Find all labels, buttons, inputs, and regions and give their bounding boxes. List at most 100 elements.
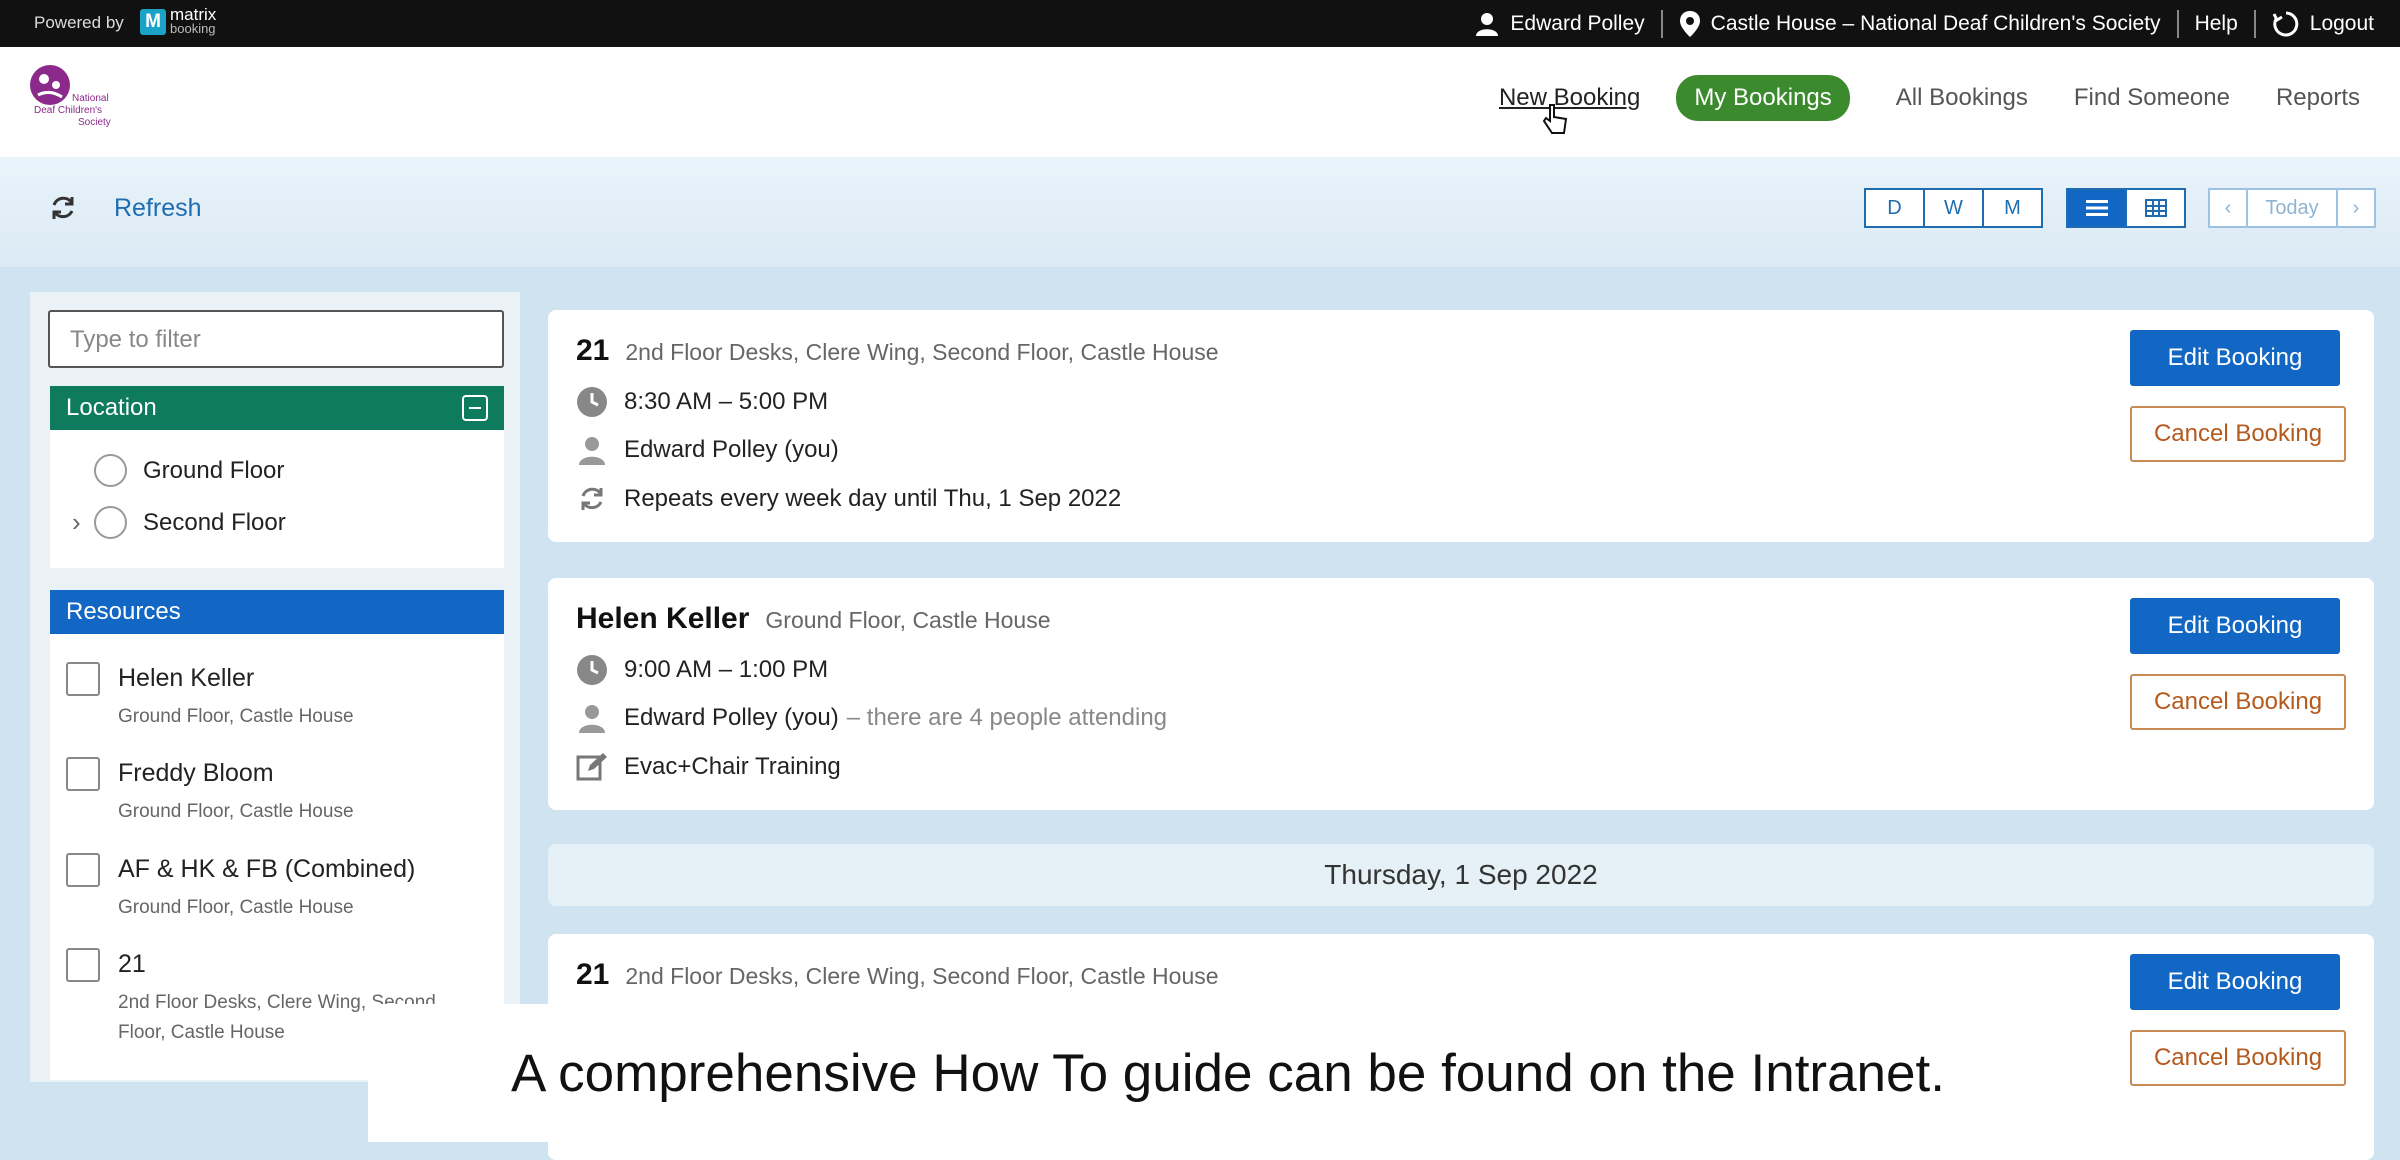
booking-location: Ground Floor, Castle House <box>765 607 1051 633</box>
edit-booking-button[interactable]: Edit Booking <box>2130 954 2340 1010</box>
booking-time-row: 8:30 AM – 5:00 PM <box>576 386 828 418</box>
matrix-booking-logo: M matrix booking <box>140 6 216 36</box>
cancel-booking-button[interactable]: Cancel Booking <box>2130 406 2346 462</box>
collapse-icon[interactable] <box>462 395 488 421</box>
refresh-button[interactable]: Refresh <box>48 193 202 223</box>
clock-icon <box>576 386 610 418</box>
resource-location: Ground Floor, Castle House <box>118 706 354 727</box>
divider <box>2176 9 2179 38</box>
resource-location: Ground Floor, Castle House <box>118 801 354 822</box>
booking-resource: Helen Keller <box>576 602 750 635</box>
edit-booking-button[interactable]: Edit Booking <box>2130 598 2340 654</box>
divider <box>2253 9 2256 38</box>
logo-line-1: National <box>72 93 109 104</box>
repeat-icon <box>576 483 610 515</box>
cancel-booking-button[interactable]: Cancel Booking <box>2130 1030 2346 1086</box>
matrix-logo-icon: M <box>140 9 166 35</box>
logo-line-3: Society <box>78 117 111 128</box>
hand-cursor-icon <box>1542 104 1568 134</box>
logout-link[interactable]: Logout <box>2310 12 2374 36</box>
top-bar: Powered by M matrix booking Edward Polle… <box>0 0 2400 47</box>
sidebar: Type to filter Location Ground Floor › S… <box>30 292 520 1082</box>
booking-repeat-row: Repeats every week day until Thu, 1 Sep … <box>576 483 1121 515</box>
top-right-menu: Edward Polley Castle House – National De… <box>1474 0 2374 47</box>
prev-button[interactable]: ‹ <box>2208 188 2248 228</box>
location-panel: Location Ground Floor › Second Floor <box>50 386 504 568</box>
list-icon <box>2085 200 2108 216</box>
next-button[interactable]: › <box>2336 188 2376 228</box>
video-caption: A comprehensive How To guide can be foun… <box>368 1004 2088 1142</box>
day-header: Thursday, 1 Sep 2022 <box>548 844 2374 906</box>
resource-name: Freddy Bloom <box>118 759 274 787</box>
booking-title: 21 2nd Floor Desks, Clere Wing, Second F… <box>576 334 1219 368</box>
booking-person-row: Edward Polley (you) – there are 4 people… <box>576 702 1167 734</box>
nav-find-someone[interactable]: Find Someone <box>2074 84 2230 112</box>
location-panel-header[interactable]: Location <box>50 386 504 430</box>
edit-booking-button[interactable]: Edit Booking <box>2130 330 2340 386</box>
resource-name: AF & HK & FB (Combined) <box>118 855 416 883</box>
radio-ground-floor[interactable] <box>94 454 127 487</box>
user-name-link[interactable]: Edward Polley <box>1510 12 1644 36</box>
period-toggle: D W M <box>1864 188 2043 228</box>
resource-checkbox[interactable] <box>66 757 100 791</box>
booking-title: Helen Keller Ground Floor, Castle House <box>576 602 1051 636</box>
nav-reports[interactable]: Reports <box>2276 84 2360 112</box>
nav-my-bookings[interactable]: My Bookings <box>1676 75 1850 121</box>
resource-checkbox[interactable] <box>66 853 100 887</box>
filter-input[interactable]: Type to filter <box>48 310 504 368</box>
clock-icon <box>576 654 610 686</box>
booking-resource: 21 <box>576 334 610 367</box>
edit-note-icon <box>576 751 610 783</box>
booking-location: 2nd Floor Desks, Clere Wing, Second Floo… <box>625 963 1219 989</box>
main-nav: New Booking My Bookings All Bookings Fin… <box>1453 75 2360 121</box>
resource-location-cont: Floor, Castle House <box>118 1022 285 1043</box>
month-view-button[interactable]: M <box>1982 188 2043 228</box>
ndcs-logo[interactable]: National Deaf Children's Society <box>28 63 128 143</box>
location-label: Ground Floor <box>143 456 285 484</box>
booking-attending: – there are 4 people attending <box>846 704 1168 731</box>
booking-resource: 21 <box>576 958 610 991</box>
resource-checkbox[interactable] <box>66 662 100 696</box>
grid-view-button[interactable] <box>2125 188 2186 228</box>
day-view-button[interactable]: D <box>1864 188 1925 228</box>
location-item-second-floor[interactable]: › Second Floor <box>72 506 286 539</box>
today-button[interactable]: Today <box>2246 188 2338 228</box>
booking-person: Edward Polley (you) <box>624 704 839 731</box>
refresh-label: Refresh <box>114 193 202 222</box>
booking-time-row: 9:00 AM – 1:00 PM <box>576 654 828 686</box>
location-link[interactable]: Castle House – National Deaf Children's … <box>1711 12 2161 36</box>
resource-checkbox[interactable] <box>66 948 100 982</box>
booking-title: 21 2nd Floor Desks, Clere Wing, Second F… <box>576 958 1219 992</box>
booking-note-row: Evac+Chair Training <box>576 751 841 783</box>
logo-line-2: Deaf Children's <box>34 105 102 116</box>
chevron-right-icon[interactable]: › <box>72 507 94 538</box>
refresh-icon <box>48 193 78 223</box>
week-view-button[interactable]: W <box>1923 188 1984 228</box>
cancel-booking-button[interactable]: Cancel Booking <box>2130 674 2346 730</box>
location-title: Location <box>66 394 157 421</box>
booking-time: 8:30 AM – 5:00 PM <box>624 388 829 415</box>
brand-bottom: booking <box>170 21 216 36</box>
help-link[interactable]: Help <box>2195 12 2238 36</box>
logout-icon <box>2272 10 2300 38</box>
grid-icon <box>2144 199 2167 217</box>
resource-name: 21 <box>118 950 146 978</box>
matrix-logo-text: matrix booking <box>170 6 216 36</box>
person-icon <box>576 434 610 466</box>
toolbar: Refresh D W M ‹ Today › <box>0 157 2400 267</box>
powered-by-label: Powered by <box>34 13 124 32</box>
date-nav: ‹ Today › <box>2208 188 2376 228</box>
list-view-button[interactable] <box>2066 188 2127 228</box>
booking-note: Evac+Chair Training <box>624 753 841 780</box>
location-label: Second Floor <box>143 508 286 536</box>
booking-time: 9:00 AM – 1:00 PM <box>624 656 829 683</box>
booking-card: 21 2nd Floor Desks, Clere Wing, Second F… <box>548 310 2374 542</box>
resources-panel-header[interactable]: Resources <box>50 590 504 634</box>
booking-person: Edward Polley (you) <box>624 436 839 463</box>
radio-second-floor[interactable] <box>94 506 127 539</box>
location-pin-icon <box>1679 10 1701 38</box>
location-item-ground-floor[interactable]: Ground Floor <box>72 454 284 487</box>
nav-all-bookings[interactable]: All Bookings <box>1896 84 2028 112</box>
resource-name: Helen Keller <box>118 664 255 692</box>
person-icon <box>576 702 610 734</box>
